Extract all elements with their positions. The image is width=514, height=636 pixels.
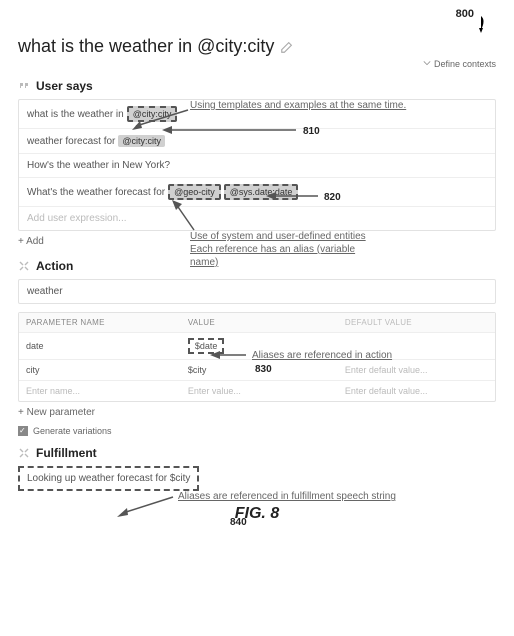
user-expression-row[interactable]: How's the weather in New York? — [19, 154, 495, 178]
add-expression-input[interactable]: Add user expression... — [19, 207, 495, 230]
callout-label: 820 — [324, 192, 341, 203]
user-expression-row[interactable]: What's the weather forecast for @geo-cit… — [19, 178, 495, 207]
tools-icon — [18, 260, 30, 272]
generate-variations-checkbox[interactable]: Generate variations — [18, 426, 496, 436]
callout-label: 830 — [255, 364, 272, 375]
page-title: what is the weather in @city:city — [18, 36, 274, 57]
fulfillment-speech-input[interactable]: Looking up weather forecast for $city — [18, 466, 199, 491]
figure-caption: FIG. 8 — [18, 505, 496, 523]
annotation-text: Aliases are referenced in action — [252, 349, 452, 362]
tools-icon — [18, 447, 30, 459]
annotation-text: Aliases are referenced in fulfillment sp… — [178, 490, 448, 503]
parameter-row-placeholder[interactable]: Enter name... Enter value... Enter defau… — [19, 380, 495, 401]
entity-chip[interactable]: @city:city — [118, 135, 165, 147]
checkbox-icon — [18, 426, 28, 436]
annotation-text: Use of system and user-defined entities … — [190, 230, 440, 269]
edit-icon[interactable] — [280, 40, 294, 54]
callout-label: 810 — [303, 126, 320, 137]
entity-chip[interactable]: @geo-city — [168, 184, 221, 200]
entity-chip[interactable]: @sys.date:date — [224, 184, 299, 200]
action-name-input[interactable]: weather — [18, 279, 496, 304]
chevron-down-icon — [423, 59, 431, 67]
new-parameter-button[interactable]: + New parameter — [18, 407, 95, 418]
callout-label: 840 — [230, 517, 247, 528]
entity-chip[interactable]: @city:city — [127, 106, 178, 122]
parameter-header: Parameter Name Value Default Value — [19, 313, 495, 332]
figure-arrow-icon — [472, 14, 490, 34]
define-contexts-link[interactable]: Define contexts — [18, 59, 496, 69]
user-says-heading: User says — [18, 79, 496, 93]
user-says-list: what is the weather in @city:city weathe… — [18, 99, 496, 231]
annotation-text: Using templates and examples at the same… — [190, 99, 470, 112]
quote-icon — [18, 80, 30, 92]
value-variable: $date — [188, 338, 225, 354]
fulfillment-heading: Fulfillment — [18, 446, 496, 460]
add-button[interactable]: + Add — [18, 236, 44, 247]
user-expression-row[interactable]: weather forecast for @city:city — [19, 129, 495, 154]
